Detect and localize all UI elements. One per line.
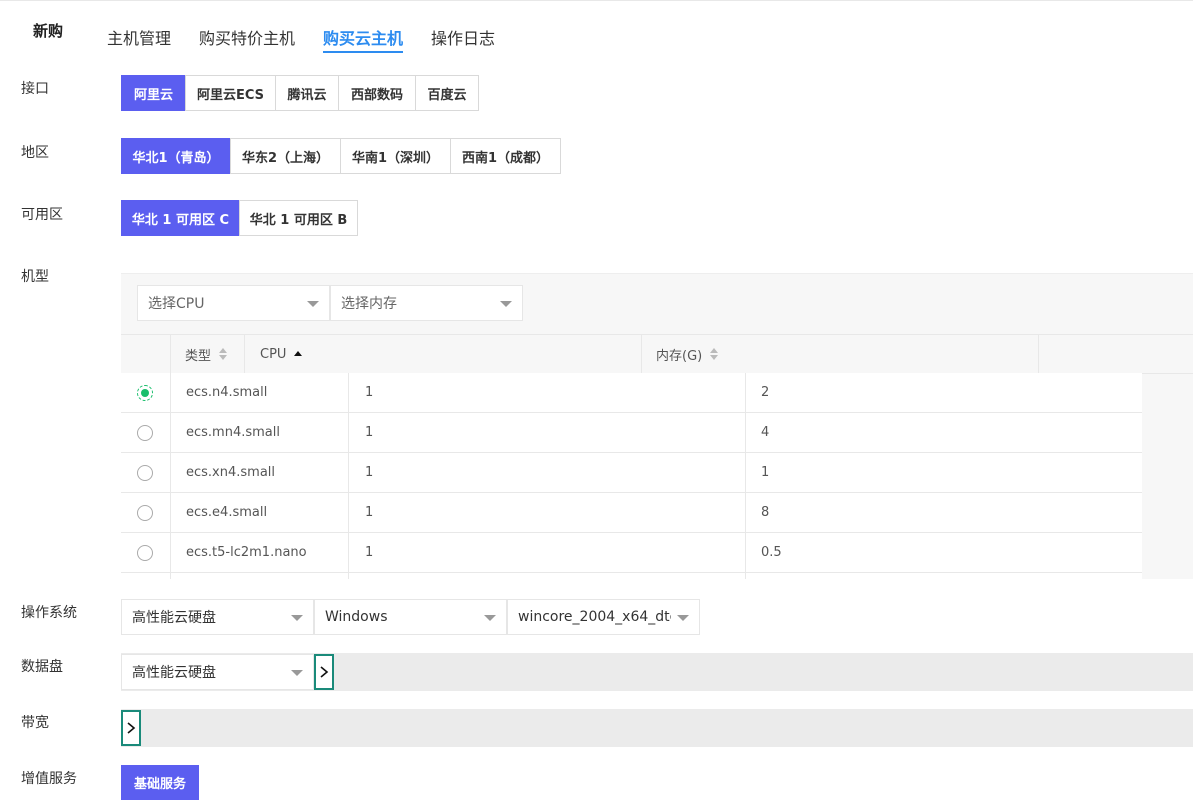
chevron-down-icon: [291, 615, 303, 621]
machine-type-panel: 选择CPU 选择内存 类型 CPU 内存(G) ecs.n4.small 1 2…: [121, 273, 1193, 579]
sort-icon: [710, 348, 719, 360]
zone-option-b[interactable]: 华北 1 可用区 B: [239, 200, 358, 236]
cell-memory: 8: [761, 505, 770, 520]
bandwidth-bar: [121, 709, 1193, 747]
os-select[interactable]: Windows: [314, 599, 507, 635]
cell-type: ecs.xn4.small: [186, 465, 276, 480]
region-option-shenzhen[interactable]: 华南1（深圳）: [340, 138, 451, 174]
image-value: wincore_2004_x64_dtc_: [518, 609, 671, 625]
datadisk-label: 数据盘: [21, 659, 63, 675]
tab-buy-special-host[interactable]: 购买特价主机: [199, 25, 295, 49]
table-row[interactable]: ecs.xn4.small 1 1: [121, 453, 1142, 493]
column-divider: [1038, 335, 1039, 373]
sort-ascending-icon: [294, 350, 303, 358]
memory-select[interactable]: 选择内存: [330, 285, 523, 321]
datadisk-value: 高性能云硬盘: [132, 665, 216, 681]
radio-button[interactable]: [137, 424, 153, 441]
cell-cpu: 1: [365, 385, 374, 400]
cell-cpu: 1: [365, 505, 374, 520]
system-disk-select[interactable]: 高性能云硬盘: [121, 599, 314, 635]
region-options: 华北1（青岛） 华东2（上海） 华南1（深圳） 西南1（成都）: [121, 138, 561, 174]
radio-button[interactable]: [137, 544, 153, 561]
brand-title: 新购: [33, 22, 64, 40]
radio-button[interactable]: [137, 504, 153, 521]
column-header-memory-label: 内存(G): [656, 348, 703, 364]
table-row[interactable]: ecs.mn4.small 1 4: [121, 413, 1142, 453]
radio-button[interactable]: [137, 464, 153, 481]
cell-type: ecs.mn4.small: [186, 425, 280, 440]
memory-select-placeholder: 选择内存: [341, 296, 397, 312]
cell-cpu: 1: [365, 545, 374, 560]
cell-type: ecs.e4.small: [186, 505, 268, 520]
column-header-type[interactable]: 类型: [185, 335, 228, 373]
interface-option-tencent[interactable]: 腾讯云: [275, 75, 339, 111]
interface-option-aliyun[interactable]: 阿里云: [121, 75, 186, 111]
radio-button-selected[interactable]: [137, 384, 153, 401]
region-option-qingdao[interactable]: 华北1（青岛）: [121, 138, 231, 174]
region-option-chengdu[interactable]: 西南1（成都）: [450, 138, 561, 174]
os-label: 操作系统: [21, 605, 77, 621]
bandwidth-expand-button[interactable]: [121, 710, 141, 746]
bandwidth-label: 带宽: [21, 715, 49, 731]
vas-label: 增值服务: [21, 771, 77, 787]
chevron-down-icon: [484, 615, 496, 621]
table-row[interactable]: ecs.n4.small 1 2: [121, 373, 1142, 413]
os-value: Windows: [325, 609, 388, 625]
interface-option-baidu[interactable]: 百度云: [415, 75, 479, 111]
chevron-down-icon: [291, 670, 303, 676]
cell-type: ecs.t5-lc2m1.nano: [186, 545, 307, 560]
chevron-down-icon: [500, 301, 512, 307]
cell-type: ecs.n4.small: [186, 385, 268, 400]
column-divider: [244, 335, 245, 373]
cell-memory: 1: [761, 465, 770, 480]
sort-icon: [219, 348, 228, 360]
zone-option-c[interactable]: 华北 1 可用区 C: [121, 200, 240, 236]
cell-memory: 0.5: [761, 545, 782, 560]
region-label: 地区: [21, 145, 49, 161]
system-disk-value: 高性能云硬盘: [132, 610, 216, 626]
interface-options: 阿里云 阿里云ECS 腾讯云 西部数码 百度云: [121, 75, 479, 111]
tab-host-management[interactable]: 主机管理: [107, 25, 171, 49]
table-row[interactable]: ecs.e4.small 1 8: [121, 493, 1142, 533]
cell-cpu: 1: [365, 465, 374, 480]
column-divider: [170, 335, 171, 373]
column-header-cpu-label: CPU: [260, 346, 287, 362]
image-select[interactable]: wincore_2004_x64_dtc_: [507, 599, 700, 635]
column-divider: [641, 335, 642, 373]
datadisk-expand-button[interactable]: [314, 654, 334, 690]
chevron-down-icon: [677, 615, 689, 621]
interface-option-aliyun-ecs[interactable]: 阿里云ECS: [185, 75, 276, 111]
region-option-shanghai[interactable]: 华东2（上海）: [230, 138, 341, 174]
chevron-down-icon: [307, 301, 319, 307]
zone-options: 华北 1 可用区 C 华北 1 可用区 B: [121, 200, 358, 236]
tab-buy-cloud-host[interactable]: 购买云主机: [323, 25, 404, 53]
column-header-cpu[interactable]: CPU: [260, 335, 303, 373]
table-row-partial: [121, 573, 1142, 579]
cell-cpu: 1: [365, 425, 374, 440]
cell-memory: 2: [761, 385, 770, 400]
machine-label: 机型: [21, 269, 49, 285]
cpu-select[interactable]: 选择CPU: [137, 285, 330, 321]
column-header-memory[interactable]: 内存(G): [656, 335, 719, 373]
chevron-right-icon: [127, 722, 136, 734]
interface-option-west-digital[interactable]: 西部数码: [338, 75, 416, 111]
table-header: 类型 CPU 内存(G): [121, 334, 1193, 374]
basic-service-button[interactable]: 基础服务: [121, 765, 199, 800]
tab-operation-log[interactable]: 操作日志: [431, 25, 495, 49]
table-row[interactable]: ecs.t5-lc2m1.nano 1 0.5: [121, 533, 1142, 573]
top-border: [0, 0, 1193, 1]
column-header-type-label: 类型: [185, 348, 212, 364]
interface-label: 接口: [21, 81, 49, 97]
chevron-right-icon: [320, 666, 329, 678]
datadisk-select[interactable]: 高性能云硬盘: [121, 654, 314, 690]
machine-table-body: ecs.n4.small 1 2 ecs.mn4.small 1 4 ecs.x…: [121, 373, 1142, 579]
zone-label: 可用区: [21, 207, 63, 223]
cpu-select-placeholder: 选择CPU: [148, 296, 205, 312]
cell-memory: 4: [761, 425, 770, 440]
